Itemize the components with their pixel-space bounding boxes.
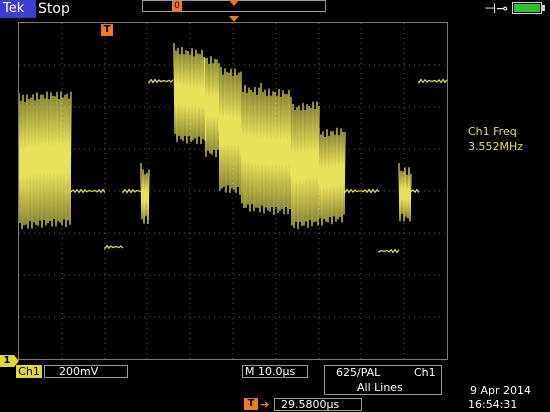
trigger-delay-icon: T	[244, 398, 258, 410]
waveform-display	[19, 23, 447, 359]
trigger-source-label: Ch1	[414, 366, 436, 379]
battery-level	[514, 4, 540, 12]
date-readout: 9 Apr 2014	[470, 384, 532, 397]
arrow-right-icon: ➜	[260, 398, 270, 411]
trigger-t-marker: T	[101, 24, 113, 36]
gridlines	[19, 23, 447, 359]
trigger-position-icon	[229, 0, 239, 6]
trigger-lines-label: All Lines	[357, 381, 403, 394]
power-plug-icon: ⊣⊸	[484, 1, 508, 17]
volts-per-div-readout[interactable]: 200mV	[44, 365, 128, 378]
ch1-waveform	[19, 43, 447, 254]
record-position-marker[interactable]: 0	[172, 1, 182, 12]
brand-logo: Tek	[0, 0, 36, 18]
time-per-div-readout[interactable]: M 10.0µs	[242, 365, 308, 378]
battery-tip	[542, 5, 545, 11]
run-state-label: Stop	[38, 1, 70, 17]
trigger-delay-readout[interactable]: 29.5800µs	[274, 398, 362, 411]
ch1-trace-path	[19, 43, 447, 254]
channel-badge[interactable]: Ch1	[16, 365, 42, 378]
ch1-ground-marker[interactable]: 1	[0, 355, 14, 367]
brand-label: Tek	[3, 1, 25, 16]
graticule[interactable]	[18, 22, 448, 360]
measurement-value: 3.552MHz	[468, 140, 524, 153]
measurement-label: Ch1 Freq	[468, 125, 517, 138]
video-standard-label: 625/PAL	[336, 366, 381, 379]
time-readout: 16:54:31	[468, 398, 518, 411]
